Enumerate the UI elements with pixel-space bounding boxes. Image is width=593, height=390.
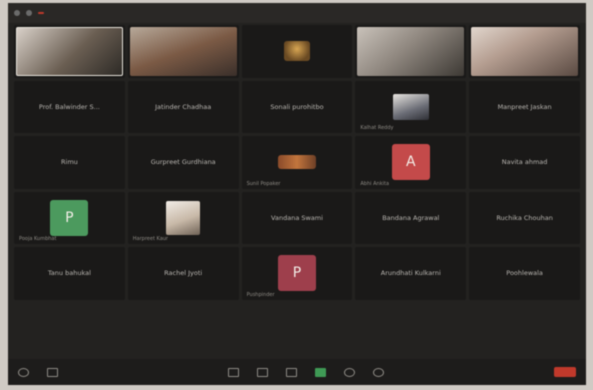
participant-tile[interactable]: Rachel Jyoti <box>127 247 239 300</box>
microphone-icon <box>18 367 29 377</box>
record-icon <box>344 367 355 377</box>
chat-button[interactable] <box>286 367 297 377</box>
toolbar-left <box>18 367 58 377</box>
participant-video-tile[interactable] <box>469 25 580 78</box>
participant-video <box>129 27 237 76</box>
participant-tile[interactable]: A Abhi Ankita <box>355 136 467 189</box>
participant-tile[interactable]: Bandana Agrawal <box>355 191 467 244</box>
shield-icon <box>228 367 239 377</box>
participant-name: Poohlewala <box>506 269 543 278</box>
toolbar-center <box>228 367 384 377</box>
reactions-button[interactable] <box>373 367 384 377</box>
camera-icon <box>47 367 58 377</box>
zoom-meeting-window: Prof. Balwinder S... Jatinder Chadhaa So… <box>8 3 586 385</box>
participant-video <box>471 27 578 76</box>
participant-video <box>16 27 123 76</box>
participant-gallery: Prof. Balwinder S... Jatinder Chadhaa So… <box>14 25 580 355</box>
meeting-toolbar <box>8 359 586 385</box>
record-button[interactable] <box>344 367 355 377</box>
participant-tile[interactable]: Sonali purohitbo <box>241 80 353 133</box>
participant-tile[interactable]: Arundhati Kulkarni <box>355 247 467 300</box>
window-dot <box>14 10 20 16</box>
participant-name: Tanu bahukal <box>47 269 91 278</box>
participant-tile[interactable]: P Pooja Kumbhat <box>14 191 125 244</box>
participant-caption: Sunil Popaker <box>246 180 281 187</box>
share-screen-button[interactable] <box>315 367 326 377</box>
participant-tile[interactable]: Harpreet Kaur <box>127 191 239 244</box>
participant-video-tile[interactable] <box>355 25 467 78</box>
participant-tile[interactable]: Rimu <box>14 136 125 189</box>
participant-tile[interactable]: Poohlewala <box>469 247 580 300</box>
top-bar <box>8 3 586 23</box>
participant-tile[interactable]: Ruchika Chouhan <box>469 191 580 244</box>
participant-name: Prof. Balwinder S... <box>38 102 100 111</box>
participant-tile[interactable]: Navita ahmad <box>469 136 580 189</box>
people-icon <box>257 367 268 377</box>
window-dot <box>26 10 32 16</box>
emoji-icon <box>373 367 384 377</box>
participant-video-tile[interactable] <box>14 25 125 78</box>
participant-name: Rachel Jyoti <box>164 269 203 278</box>
participant-name: Sonali purohitbo <box>270 102 324 111</box>
participants-button[interactable] <box>257 367 268 377</box>
participant-name: Arundhati Kulkarni <box>380 269 441 278</box>
participant-caption: Harpreet Kaur <box>132 236 168 242</box>
participant-caption: Abhi Ankita <box>360 180 390 187</box>
participant-video <box>357 27 465 76</box>
participant-tile[interactable]: Gurpreet Gurdhiana <box>127 136 239 189</box>
mute-button[interactable] <box>18 367 29 377</box>
avatar: P <box>277 255 316 292</box>
participant-tile[interactable]: Tanu bahukal <box>14 247 125 300</box>
participant-caption: Kalhat Reddy <box>360 125 394 131</box>
toolbar-right <box>554 367 576 377</box>
participant-name: Jatinder Chadhaa <box>155 102 212 111</box>
participant-photo <box>166 200 201 235</box>
end-meeting-button[interactable] <box>554 367 576 377</box>
chat-icon <box>286 367 297 377</box>
security-button[interactable] <box>228 367 239 377</box>
participant-tile[interactable]: Vandana Swami <box>241 191 353 244</box>
participant-logo-image <box>283 41 310 62</box>
participant-name: Gurpreet Gurdhiana <box>150 158 216 167</box>
participant-name: Ruchika Chouhan <box>496 213 553 222</box>
participant-tile[interactable]: Sunil Popaker <box>241 136 353 189</box>
participant-profile-image <box>277 155 316 170</box>
participant-name: Navita ahmad <box>501 158 548 167</box>
participant-tile[interactable]: Kalhat Reddy <box>355 80 467 133</box>
avatar: P <box>50 199 89 236</box>
participant-name: Manpreet Jaskan <box>497 102 552 111</box>
participant-name: Bandana Agrawal <box>382 213 440 222</box>
participant-caption: Pushpinder <box>246 291 275 298</box>
participant-video-tile[interactable] <box>127 25 239 78</box>
participant-name: Vandana Swami <box>271 213 323 222</box>
share-screen-icon <box>315 367 326 377</box>
participant-caption: Pooja Kumbhat <box>19 236 57 242</box>
participant-tile[interactable]: Prof. Balwinder S... <box>14 80 125 133</box>
participant-tile[interactable]: Jatinder Chadhaa <box>127 80 239 133</box>
participant-name: Rimu <box>61 158 78 167</box>
video-button[interactable] <box>47 367 58 377</box>
avatar: A <box>391 144 430 181</box>
participant-tile[interactable]: P Pushpinder <box>241 247 353 300</box>
participant-video-tile[interactable] <box>241 25 353 78</box>
participant-photo <box>392 93 429 120</box>
recording-badge <box>38 12 44 14</box>
participant-tile[interactable]: Manpreet Jaskan <box>469 80 580 133</box>
